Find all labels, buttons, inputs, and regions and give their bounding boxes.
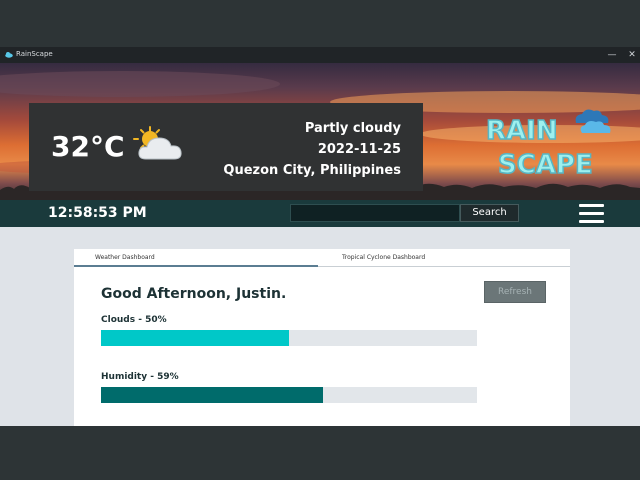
title-bar: RainScape — ✕ <box>0 47 640 63</box>
tab-tropical-cyclone-dashboard[interactable]: Tropical Cyclone Dashboard <box>318 249 570 267</box>
humidity-progress-bar <box>101 387 477 403</box>
refresh-button[interactable]: Refresh <box>484 281 546 303</box>
clouds-label: Clouds - 50% <box>101 315 167 325</box>
weather-date: 2022-11-25 <box>317 142 401 157</box>
weather-location: Quezon City, Philippines <box>223 163 401 178</box>
tab-weather-dashboard[interactable]: Weather Dashboard <box>74 249 318 267</box>
sunset-banner: 32°C Partly cloudy 2022-11-25 Quezon Cit… <box>0 63 640 200</box>
logo-text: SCAPE <box>498 150 593 180</box>
clouds-progress-fill <box>101 330 289 346</box>
clock: 12:58:53 PM <box>48 205 147 221</box>
weather-condition: Partly cloudy <box>304 121 401 136</box>
search-button[interactable]: Search <box>460 204 519 222</box>
weather-card: 32°C Partly cloudy 2022-11-25 Quezon Cit… <box>29 103 423 191</box>
partly-cloudy-icon <box>133 126 182 160</box>
menu-bar <box>579 212 604 215</box>
logo-cloud-icon <box>575 109 611 133</box>
humidity-progress-fill <box>101 387 323 403</box>
temperature: 32°C <box>51 130 125 163</box>
rainscape-logo: RAIN SCAPE <box>485 109 611 181</box>
close-button[interactable]: ✕ <box>624 47 640 63</box>
banner-cloud <box>0 71 280 97</box>
minimize-button[interactable]: — <box>604 47 620 63</box>
hamburger-icon[interactable] <box>579 203 604 224</box>
greeting: Good Afternoon, Justin. <box>101 286 287 302</box>
window-title: RainScape <box>16 50 53 58</box>
humidity-label: Humidity - 59% <box>101 372 179 382</box>
menu-bar <box>579 204 604 207</box>
search-input[interactable] <box>290 204 460 222</box>
dashboard-panel: Weather Dashboard Tropical Cyclone Dashb… <box>74 249 570 426</box>
navbar: 12:58:53 PM Search <box>0 200 640 227</box>
menu-bar <box>579 220 604 223</box>
clouds-progress-bar <box>101 330 477 346</box>
app-cloud-icon <box>5 52 13 58</box>
logo-text: RAIN <box>486 116 558 146</box>
app-window: RainScape — ✕ 32°C Partly cloudy 2022-11… <box>0 47 640 426</box>
